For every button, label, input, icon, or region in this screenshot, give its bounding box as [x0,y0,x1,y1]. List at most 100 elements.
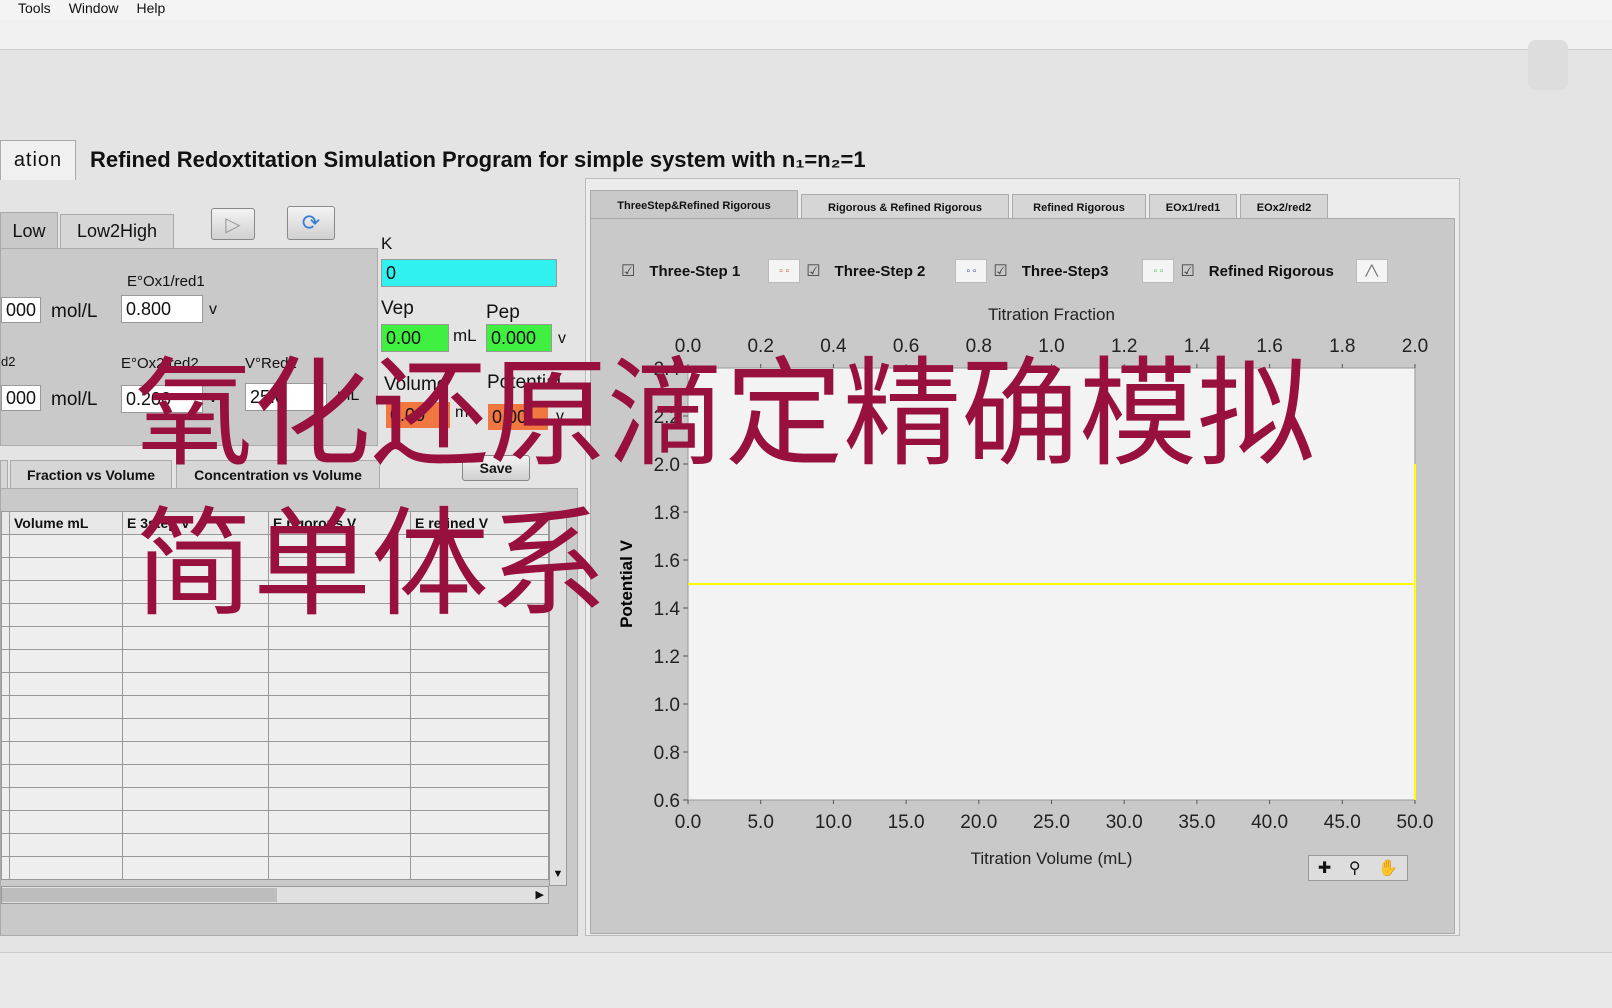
table-cell[interactable] [268,695,411,719]
table-row[interactable] [1,787,549,811]
table-cell[interactable] [410,764,549,788]
table-cell[interactable] [9,534,123,558]
table-cell[interactable] [1,649,10,673]
table-row[interactable] [1,626,549,650]
table-cell[interactable] [410,557,549,581]
table-cell[interactable] [9,741,123,765]
c1-input[interactable]: 000 [1,297,41,323]
tab-fraction-vs-volume[interactable]: Fraction vs Volume [10,460,172,488]
table-cell[interactable] [410,626,549,650]
legend-plot-style-icon[interactable]: ╱╲ [1355,259,1388,283]
table-cell[interactable] [410,580,549,604]
table-row[interactable] [1,580,549,604]
scroll-right-icon[interactable]: ▶ [536,888,544,901]
menu-window[interactable]: Window [69,0,119,16]
save-button[interactable]: Save [462,455,530,481]
legend-checkbox[interactable]: ☑ [806,261,820,281]
table-cell[interactable] [1,787,10,811]
table-cell[interactable] [268,649,411,673]
table-row[interactable] [1,764,549,788]
table-cell[interactable] [122,580,269,604]
table-row[interactable] [1,649,549,673]
table-row[interactable] [1,534,549,558]
table-cell[interactable] [268,557,411,581]
chart-tab[interactable]: EOx2/red2 [1240,194,1328,220]
legend-plot-style-icon[interactable]: ▫ ▫ [768,259,801,283]
table-cell[interactable] [9,649,123,673]
zoom-icon[interactable]: ⚲ [1349,858,1361,878]
table-cell[interactable] [1,557,10,581]
table-cell[interactable] [410,718,549,742]
table-cell[interactable] [410,833,549,857]
chart-tab[interactable]: Refined Rigorous [1012,194,1146,220]
table-cell[interactable] [1,810,10,834]
table-cell[interactable] [122,603,269,627]
table-cell[interactable] [9,626,123,650]
chart-tab[interactable]: EOx1/red1 [1149,194,1237,220]
tab-low2high[interactable]: Low2High [60,214,174,248]
legend-checkbox[interactable]: ☑ [993,261,1007,281]
table-cell[interactable] [410,672,549,696]
table-cell[interactable] [268,672,411,696]
table-cell[interactable] [9,557,123,581]
scroll-thumb[interactable] [2,888,277,902]
legend-plot-style-icon[interactable]: ▫ ▫ [955,259,988,283]
table-cell[interactable] [1,626,10,650]
table-cell[interactable] [122,741,269,765]
table-cell[interactable] [9,856,123,880]
table-cell[interactable] [9,672,123,696]
menu-help[interactable]: Help [136,0,165,16]
table-cell[interactable] [268,603,411,627]
table-cell[interactable] [1,580,10,604]
table-cell[interactable] [1,603,10,627]
tab-low[interactable]: Low [0,212,58,250]
table-row[interactable] [1,718,549,742]
table-cell[interactable] [122,695,269,719]
run-button[interactable]: ▷ [211,208,255,240]
table-cell[interactable] [122,672,269,696]
table-row[interactable] [1,557,549,581]
table-row[interactable] [1,833,549,857]
table-cell[interactable] [268,741,411,765]
table-row[interactable] [1,603,549,627]
table-cell[interactable] [410,649,549,673]
table-cell[interactable] [410,534,549,558]
c2-input[interactable]: 000 [1,385,41,411]
table-row[interactable] [1,695,549,719]
table-cell[interactable] [268,626,411,650]
table-cell[interactable] [122,626,269,650]
table-row[interactable] [1,810,549,834]
e1-input[interactable]: 0.800 [121,295,203,323]
legend-plot-style-icon[interactable]: ▫ ▫ [1142,259,1175,283]
table-cell[interactable] [1,856,10,880]
table-cell[interactable] [410,810,549,834]
table-cell[interactable] [122,787,269,811]
menu-tools[interactable]: Tools [18,0,51,16]
table-cell[interactable] [410,787,549,811]
table-cell[interactable] [122,534,269,558]
table-row[interactable] [1,741,549,765]
table-cell[interactable] [268,764,411,788]
refresh-button[interactable]: ⟳ [287,206,335,240]
table-cell[interactable] [122,718,269,742]
table-cell[interactable] [9,695,123,719]
cursor-icon[interactable]: ✚ [1318,858,1331,878]
table-cell[interactable] [122,764,269,788]
table-cell[interactable] [268,787,411,811]
table-cell[interactable] [1,764,10,788]
legend-checkbox[interactable]: ☑ [1180,261,1194,281]
e2-input[interactable]: 0.200 [121,385,203,413]
table-cell[interactable] [9,603,123,627]
horizontal-scrollbar[interactable]: ▶ [1,886,549,904]
tab-concentration-vs-volume[interactable]: Concentration vs Volume [176,460,380,488]
table-cell[interactable] [268,580,411,604]
v2-input[interactable]: 25.0 [245,383,327,411]
table-cell[interactable] [122,833,269,857]
table-cell[interactable] [9,580,123,604]
table-cell[interactable] [9,718,123,742]
table-cell[interactable] [1,833,10,857]
table-cell[interactable] [410,695,549,719]
table-cell[interactable] [122,810,269,834]
table-cell[interactable] [1,741,10,765]
table-cell[interactable] [1,718,10,742]
